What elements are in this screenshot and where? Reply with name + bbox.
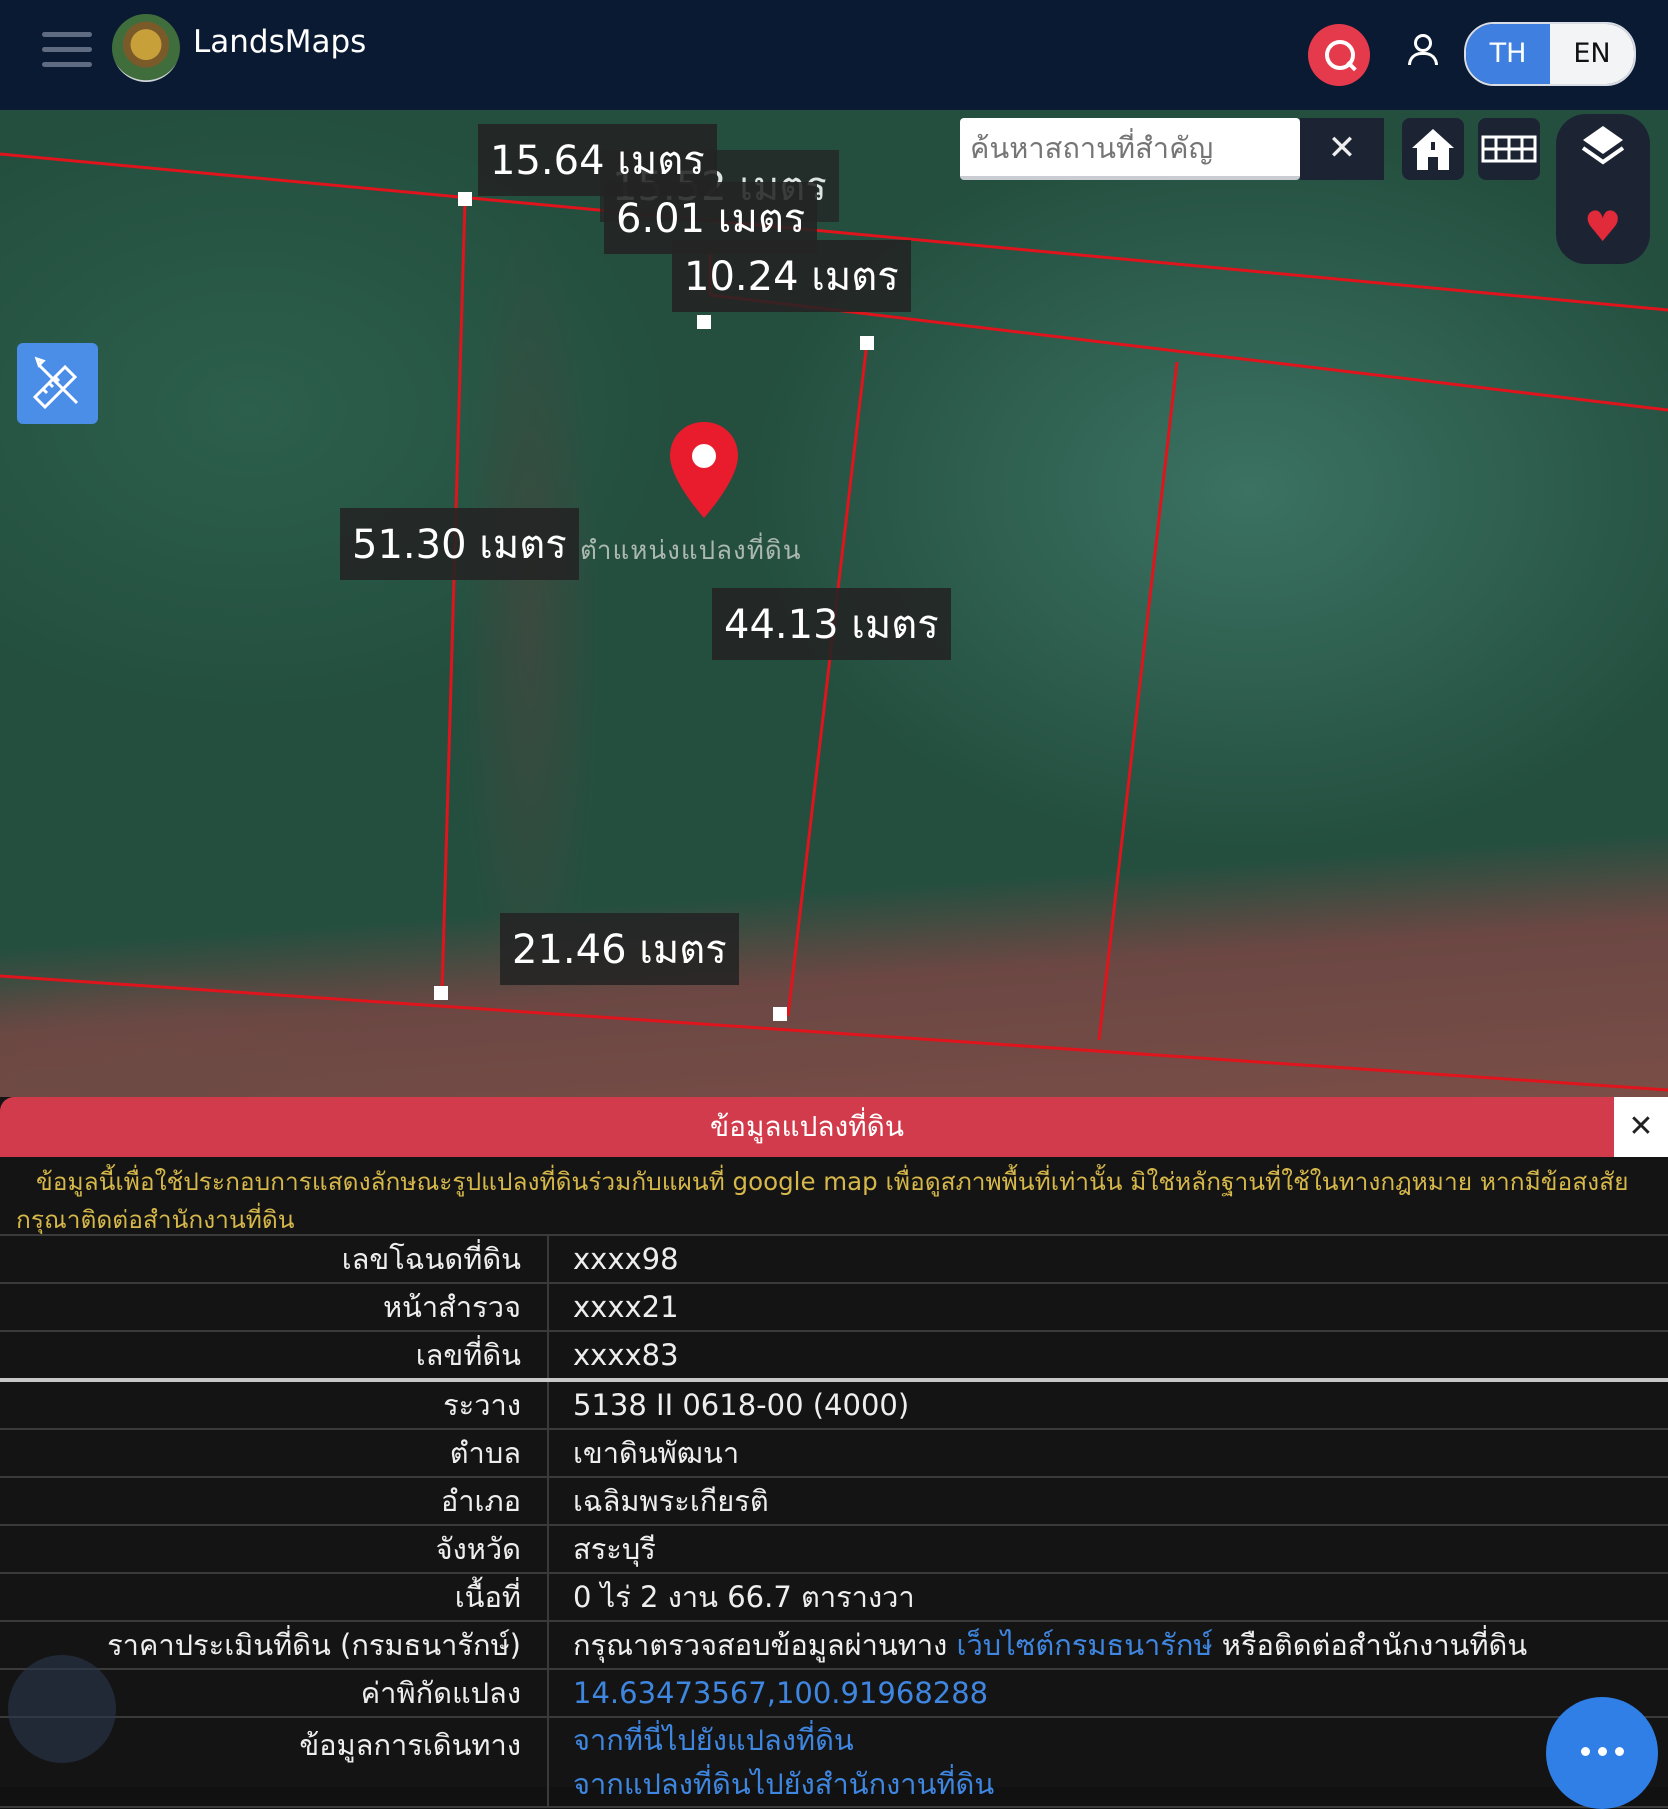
parcel-vertex[interactable] [434, 986, 448, 1000]
row-label: เลขโฉนดที่ดิน [0, 1234, 549, 1284]
boundary-line [0, 974, 1668, 1092]
table-row: ระวาง 5138 II 0618-00 (4000) [0, 1379, 1668, 1430]
boundary-line [786, 341, 869, 1017]
row-label: ระวาง [0, 1379, 549, 1430]
dimension-label: 44.13 เมตร [712, 588, 951, 660]
layers-icon[interactable] [1556, 114, 1650, 184]
dot [1598, 1747, 1607, 1756]
more-dots-icon[interactable] [1546, 1697, 1658, 1809]
search-clear-button[interactable]: ✕ [1300, 118, 1384, 180]
row-label: เนื้อที่ [0, 1572, 549, 1622]
place-search-box [960, 118, 1300, 180]
parcel-vertex[interactable] [860, 336, 874, 350]
row-label: จังหวัด [0, 1524, 549, 1574]
user-icon[interactable] [1406, 32, 1438, 68]
measure-tool-button[interactable] [17, 343, 98, 424]
table-row: เลขโฉนดที่ดิน xxxx98 [0, 1234, 1668, 1284]
directions-to-parcel-link[interactable]: จากที่นี่ไปยังแปลงที่ดิน [573, 1718, 1668, 1762]
grid-icon [1481, 135, 1537, 163]
coords-link[interactable]: 14.63473567,100.91968288 [573, 1676, 988, 1710]
row-value: xxxx98 [548, 1234, 1668, 1284]
parcel-info-panel: ข้อมูลแปลงที่ดิน ✕ ข้อมูลนี้เพื่อใช้ประก… [0, 1097, 1668, 1808]
row-value: xxxx21 [548, 1282, 1668, 1332]
disclaimer-text: ข้อมูลนี้เพื่อใช้ประกอบการแสดงลักษณะรูปแ… [16, 1167, 1629, 1234]
dimension-label: 21.46 เมตร [500, 913, 739, 985]
search-icon-handle [1346, 60, 1357, 72]
table-row: ราคาประเมินที่ดิน (กรมธนารักษ์) กรุณาตรว… [0, 1620, 1668, 1670]
table-row: ข้อมูลการเดินทาง จากที่นี่ไปยังแปลงที่ดิ… [0, 1716, 1668, 1808]
parcel-vertex[interactable] [697, 315, 711, 329]
brand-title: LandsMaps [193, 24, 367, 60]
parcel-label: ตำแหน่งแปลงที่ดิน [580, 536, 802, 566]
row-label: เลขที่ดิน [0, 1330, 549, 1382]
hamburger-icon[interactable] [42, 30, 92, 70]
table-row: ค่าพิกัดแปลง 14.63473567,100.91968288 [0, 1668, 1668, 1718]
price-value: กรุณาตรวจสอบข้อมูลผ่านทาง เว็บไซต์กรมธนา… [548, 1620, 1668, 1670]
row-value: xxxx83 [548, 1330, 1668, 1382]
dimension-label: 10.24 เมตร [672, 240, 911, 312]
directions-to-office-link[interactable]: จากแปลงที่ดินไปยังสำนักงานที่ดิน [573, 1762, 1668, 1806]
user-icon-body [1408, 52, 1438, 65]
parcel-vertex[interactable] [458, 192, 472, 206]
table-row: หน้าสำรวจ xxxx21 [0, 1282, 1668, 1332]
grid-button[interactable] [1478, 118, 1540, 180]
row-value: สระบุรี [548, 1524, 1668, 1574]
user-icon-head [1414, 34, 1432, 52]
row-value: 5138 II 0618-00 (4000) [548, 1379, 1668, 1430]
dimension-label: 51.30 เมตร [340, 508, 579, 580]
boundary-line [709, 293, 1668, 412]
table-row: เลขที่ดิน xxxx83 [0, 1330, 1668, 1382]
row-label: ตำบล [0, 1428, 549, 1478]
table-row: เนื้อที่ 0 ไร่ 2 งาน 66.7 ตารางวา [0, 1572, 1668, 1622]
home-button[interactable] [1402, 118, 1464, 180]
heart-icon[interactable]: ♥ [1584, 206, 1622, 248]
table-row: ตำบล เขาดินพัฒนา [0, 1428, 1668, 1478]
search-button[interactable] [1308, 24, 1370, 86]
panel-title: ข้อมูลแปลงที่ดิน [0, 1097, 1614, 1157]
price-text-before: กรุณาตรวจสอบข้อมูลผ่านทาง [573, 1628, 948, 1662]
place-search-input[interactable] [968, 126, 1292, 170]
table-row: อำเภอ เฉลิมพระเกียรติ [0, 1476, 1668, 1526]
lang-th-button[interactable]: TH [1466, 24, 1550, 84]
language-toggle: TH EN [1464, 22, 1636, 86]
ruler-pencil-icon [32, 356, 79, 410]
dot [1615, 1747, 1624, 1756]
table-row: จังหวัด สระบุรี [0, 1524, 1668, 1574]
treasury-website-link[interactable]: เว็บไซต์กรมธนารักษ์ [957, 1628, 1213, 1662]
parcel-info-table: เลขโฉนดที่ดิน xxxx98 หน้าสำรวจ xxxx21 เล… [0, 1234, 1668, 1808]
row-value: เขาดินพัฒนา [548, 1428, 1668, 1478]
home-icon [1412, 129, 1454, 170]
row-value: เฉลิมพระเกียรติ [548, 1476, 1668, 1526]
coords-cell: 14.63473567,100.91968288 [548, 1668, 1668, 1718]
map-pin-icon[interactable] [668, 420, 740, 520]
directions-cell: จากที่นี่ไปยังแปลงที่ดิน จากแปลงที่ดินไป… [548, 1716, 1668, 1808]
top-bar: LandsMaps TH EN [0, 0, 1668, 110]
row-label: หน้าสำรวจ [0, 1282, 549, 1332]
row-label: อำเภอ [0, 1476, 549, 1526]
landsmaps-logo [112, 14, 180, 82]
satellite-map[interactable]: 15.52 เมตร 15.64 เมตร 6.01 เมตร 10.24 เม… [0, 110, 1668, 1097]
row-value: 0 ไร่ 2 งาน 66.7 ตารางวา [548, 1572, 1668, 1622]
parcel-vertex[interactable] [773, 1007, 787, 1021]
boundary-line [440, 199, 467, 994]
boundary-line [1097, 361, 1179, 1041]
lang-en-button[interactable]: EN [1550, 24, 1634, 84]
info-button[interactable] [8, 1655, 116, 1763]
dot [1581, 1747, 1590, 1756]
close-icon[interactable]: ✕ [1614, 1097, 1668, 1157]
price-text-after: หรือติดต่อสำนักงานที่ดิน [1221, 1628, 1528, 1662]
